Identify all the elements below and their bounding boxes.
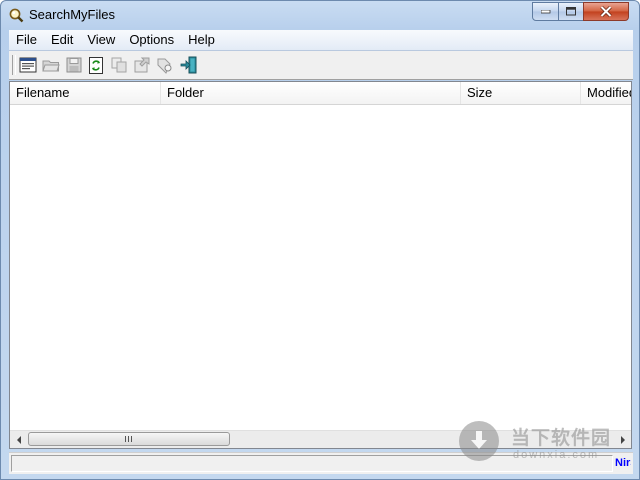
menu-view[interactable]: View [80, 30, 122, 50]
magnifier-app-icon[interactable] [8, 7, 24, 23]
menu-options[interactable]: Options [122, 30, 181, 50]
open-folder-button[interactable] [41, 55, 61, 75]
list-header: Filename Folder Size Modified [10, 82, 631, 105]
properties-button[interactable] [132, 55, 152, 75]
save-button[interactable] [64, 55, 84, 75]
save-icon [66, 57, 82, 73]
properties-icon [134, 57, 149, 73]
column-header-folder[interactable]: Folder [161, 82, 461, 104]
scroll-right-button[interactable] [614, 431, 631, 448]
toolbar-grip[interactable] [12, 55, 16, 75]
menu-help[interactable]: Help [181, 30, 222, 50]
open-folder-icon [42, 60, 60, 72]
find-icon [157, 58, 172, 74]
status-text-cell [11, 455, 613, 472]
arrow-left-icon [16, 435, 21, 444]
column-header-modified[interactable]: Modified [581, 82, 631, 104]
minimize-button[interactable] [532, 2, 559, 21]
nirsoft-link[interactable]: NirSoft Freeware [615, 457, 631, 469]
toolbar [9, 51, 633, 80]
copy-icon [111, 57, 126, 73]
scroll-left-button[interactable] [10, 431, 27, 448]
window-title: SearchMyFiles [29, 7, 115, 22]
title-bar[interactable]: SearchMyFiles [1, 1, 639, 29]
arrow-right-icon [620, 435, 625, 444]
column-header-size[interactable]: Size [461, 82, 581, 104]
files-list[interactable]: Filename Folder Size Modified [9, 81, 632, 449]
menu-file[interactable]: File [9, 30, 44, 50]
menu-bar: File Edit View Options Help [9, 30, 633, 51]
horizontal-scrollbar[interactable] [10, 430, 631, 448]
menu-edit[interactable]: Edit [44, 30, 80, 50]
copy-button[interactable] [109, 55, 129, 75]
find-button[interactable] [155, 55, 175, 75]
search-options-icon [19, 57, 37, 73]
refresh-icon [89, 56, 103, 74]
status-bar: NirSoft Freeware [9, 452, 633, 474]
search-options-button[interactable] [18, 55, 38, 75]
refresh-button[interactable] [86, 55, 106, 75]
exit-button[interactable] [179, 55, 199, 75]
close-button[interactable] [583, 2, 629, 21]
scrollbar-thumb[interactable] [28, 432, 230, 446]
close-icon [600, 6, 612, 17]
exit-icon [180, 56, 197, 74]
column-header-filename[interactable]: Filename [10, 82, 161, 104]
thumb-grip-icon [125, 436, 132, 442]
app-window: SearchMyFiles File Edit View Options Hel… [0, 0, 640, 480]
maximize-button[interactable] [558, 2, 584, 21]
